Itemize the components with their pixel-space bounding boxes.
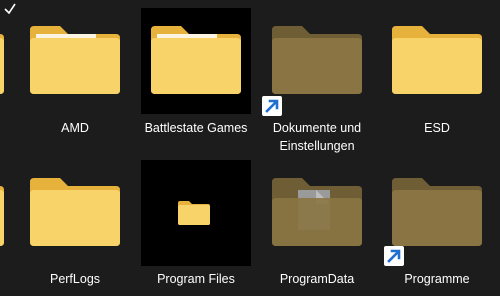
folder-tile-esd[interactable]: ESD: [382, 8, 492, 158]
folder-tile-amd[interactable]: AMD: [20, 8, 130, 158]
partial-checkbox-icon[interactable]: [4, 2, 16, 15]
shortcut-arrow-icon: [262, 96, 282, 116]
partial-folder-tile[interactable]: [0, 8, 14, 158]
folder-label: PerfLogs: [49, 272, 101, 286]
folder-icon: [28, 24, 122, 96]
folder-icon: [177, 200, 211, 226]
folder-tile-dokumente-und-einstellungen[interactable]: Dokumente und Einstellungen: [262, 8, 372, 158]
file-explorer-view: AMD Battlestate Games Dokumente und Eins…: [0, 0, 500, 296]
folder-label: AMD: [61, 121, 89, 135]
folder-icon: [390, 24, 484, 96]
partial-folder-tile[interactable]: [0, 160, 14, 296]
folder-icon: [270, 24, 364, 96]
folder-icon: [28, 176, 122, 248]
folder-label: ProgramData: [279, 272, 355, 286]
folder-tile-battlestate-games[interactable]: Battlestate Games: [141, 8, 251, 158]
folder-icon: [270, 176, 364, 248]
folder-label: ESD: [424, 121, 450, 135]
folder-tile-program-files[interactable]: Program Files: [141, 160, 251, 296]
folder-tile-perflogs[interactable]: PerfLogs: [20, 160, 130, 296]
folder-label: Program Files: [157, 272, 235, 286]
shortcut-arrow-icon: [384, 246, 404, 266]
folder-tile-programdata[interactable]: ProgramData: [262, 160, 372, 296]
folder-icon: [149, 24, 243, 96]
folder-icon: [390, 176, 484, 248]
folder-icon: [0, 24, 6, 96]
folder-label: Dokumente und Einstellungen: [272, 121, 362, 153]
folder-tile-programme[interactable]: Programme: [382, 160, 492, 296]
folder-label: Battlestate Games: [144, 121, 248, 135]
folder-icon: [0, 176, 6, 248]
folder-label: Programme: [404, 272, 470, 286]
